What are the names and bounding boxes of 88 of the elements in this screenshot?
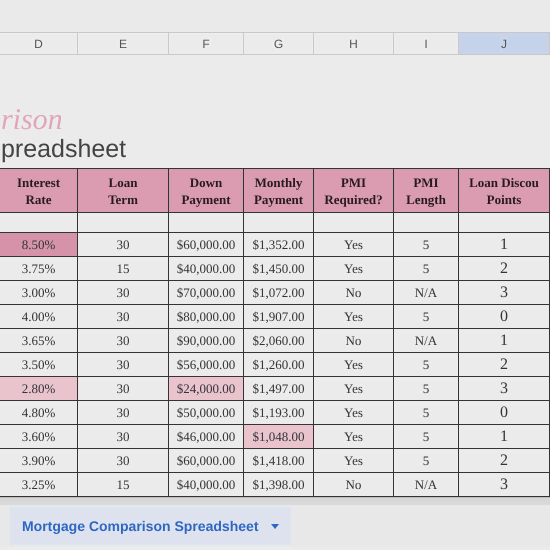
table-cell: 30	[78, 401, 169, 424]
table-cell: $2,060.00	[244, 329, 314, 352]
table-cell: 5	[394, 401, 459, 424]
table-cell: 1	[459, 425, 550, 448]
table-cell: 3.25%	[0, 473, 78, 496]
table-cell: 3.00%	[0, 281, 78, 304]
table-cell: $60,000.00	[169, 449, 244, 472]
table-cell: $56,000.00	[169, 353, 244, 376]
table-cell: 3	[459, 281, 550, 304]
table-cell: $1,352.00	[244, 233, 314, 256]
table-cell: 3.60%	[0, 425, 78, 448]
table-cell: 2.80%	[0, 377, 78, 400]
table-cell: Yes	[314, 401, 394, 424]
title-script-text: rison	[1, 105, 63, 135]
table-cell: $24,000.00	[169, 377, 244, 400]
table-cell: $90,000.00	[169, 329, 244, 352]
table-cell: 5	[394, 377, 459, 400]
horizontal-scrollbar[interactable]	[0, 497, 550, 505]
table-cell: 30	[78, 233, 169, 256]
table-cell: $1,193.00	[244, 401, 314, 424]
table-cell: $40,000.00	[169, 257, 244, 280]
table-header-cell: Loan Term	[78, 169, 169, 212]
table-cell: $40,000.00	[169, 473, 244, 496]
caret-icon[interactable]	[270, 524, 278, 528]
table-header-cell: Monthly Payment	[244, 169, 314, 212]
table-cell: 4.00%	[0, 305, 78, 328]
table-cell: Yes	[314, 305, 394, 328]
table-cell: $1,398.00	[244, 473, 314, 496]
table-cell: $1,450.00	[244, 257, 314, 280]
table-cell: 2	[459, 353, 550, 376]
table-header-cell: PMI Required?	[314, 169, 394, 212]
table-cell: No	[314, 473, 394, 496]
table-header-cell: Down Payment	[169, 169, 244, 212]
table-cell: $1,260.00	[244, 353, 314, 376]
table-cell: 3.50%	[0, 353, 78, 376]
table-cell: $1,907.00	[244, 305, 314, 328]
table-cell: 3.90%	[0, 449, 78, 472]
table-cell: $80,000.00	[169, 305, 244, 328]
table-cell: Yes	[314, 257, 394, 280]
table-cell: 3	[459, 473, 550, 496]
table-cell: 5	[394, 425, 459, 448]
table-cell: Yes	[314, 449, 394, 472]
table-cell: $60,000.00	[169, 233, 244, 256]
table-cell: 3.65%	[0, 329, 78, 352]
table-cell: 3.75%	[0, 257, 78, 280]
table-cell: 3	[459, 377, 550, 400]
table-cell: N/A	[394, 329, 459, 352]
table-cell: $1,072.00	[244, 281, 314, 304]
table-header-cell: Interest Rate	[0, 169, 78, 212]
table-cell: 15	[78, 473, 169, 496]
table-cell: No	[314, 329, 394, 352]
table-header-cell: PMI Length	[394, 169, 459, 212]
table-cell: Yes	[314, 377, 394, 400]
table-cell: $1,048.00	[244, 425, 314, 448]
table-cell: $1,418.00	[244, 449, 314, 472]
table-cell: 5	[394, 353, 459, 376]
table-cell: 0	[459, 401, 550, 424]
table-cell: 30	[78, 425, 169, 448]
table-cell: 15	[78, 257, 169, 280]
table-header-cell: Loan Discou Points	[459, 169, 550, 212]
table-cell: $1,497.00	[244, 377, 314, 400]
table-cell: 30	[78, 305, 169, 328]
table-cell: 30	[78, 329, 169, 352]
title-text: preadsheet	[1, 137, 126, 162]
table-cell: Yes	[314, 425, 394, 448]
table-cell: 5	[394, 233, 459, 256]
table-cell: 30	[78, 353, 169, 376]
table-cell: $70,000.00	[169, 281, 244, 304]
table-cell: 5	[394, 305, 459, 328]
column-header[interactable]: J	[459, 33, 550, 54]
table-cell: 1	[459, 233, 550, 256]
table-cell: 8.50%	[0, 233, 78, 256]
table-cell: 5	[394, 257, 459, 280]
table-cell: Yes	[314, 233, 394, 256]
table-cell: 0	[459, 305, 550, 328]
sheet-tab[interactable]: Mortgage Comparison Spreadsheet	[10, 507, 290, 545]
table-cell: 30	[78, 449, 169, 472]
table-cell: 1	[459, 329, 550, 352]
table-cell: N/A	[394, 473, 459, 496]
table-cell: 30	[78, 281, 169, 304]
table-cell: Yes	[314, 353, 394, 376]
table-cell: $50,000.00	[169, 401, 244, 424]
table-cell: 2	[459, 449, 550, 472]
table-cell: No	[314, 281, 394, 304]
table-cell: N/A	[394, 281, 459, 304]
table-cell: 2	[459, 257, 550, 280]
table-cell: 4.80%	[0, 401, 78, 424]
table-cell: 5	[394, 449, 459, 472]
